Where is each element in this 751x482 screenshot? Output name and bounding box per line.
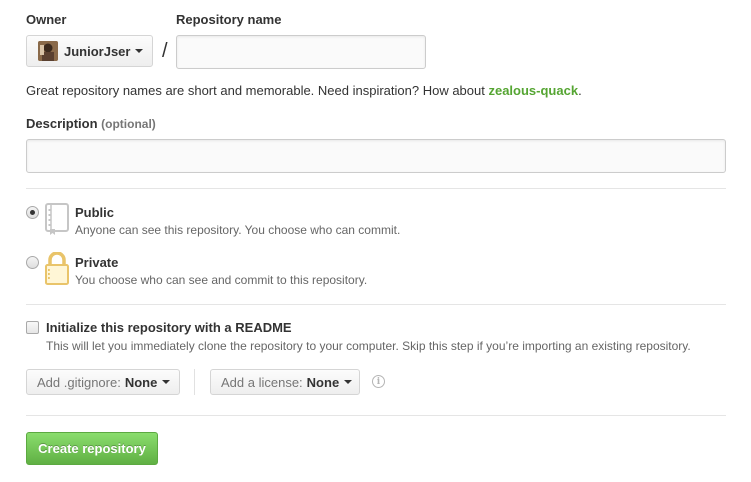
hint-end: . <box>578 83 582 98</box>
private-title: Private <box>75 255 119 270</box>
public-title: Public <box>75 205 115 220</box>
chevron-down-icon <box>135 49 144 53</box>
repo-name-input[interactable] <box>176 35 426 69</box>
avatar <box>38 41 58 61</box>
gitignore-value: None <box>124 374 158 390</box>
lock-icon <box>44 251 70 289</box>
gitignore-label: Add .gitignore: <box>37 374 121 390</box>
gitignore-select-button[interactable]: Add .gitignore: None <box>26 369 180 395</box>
public-radio[interactable] <box>26 206 39 219</box>
chevron-down-icon <box>344 380 353 384</box>
owner-select-button[interactable]: JuniorJser <box>26 35 153 67</box>
description-label-row: Description (optional) <box>26 116 156 131</box>
divider <box>26 415 726 416</box>
owner-repo-separator: / <box>162 40 168 62</box>
radio-selected-dot <box>30 210 35 215</box>
readme-desc: This will let you immediately clone the … <box>46 339 691 353</box>
description-label: Description <box>26 116 98 131</box>
hint-text: Great repository names are short and mem… <box>26 83 489 98</box>
repo-book-icon <box>44 203 70 238</box>
owner-name: JuniorJser <box>64 43 131 59</box>
readme-checkbox[interactable] <box>26 321 39 334</box>
divider <box>26 188 726 189</box>
chevron-down-icon <box>162 380 171 384</box>
info-icon[interactable]: i <box>372 375 385 388</box>
repo-name-label: Repository name <box>176 12 282 27</box>
license-select-button[interactable]: Add a license: None <box>210 369 360 395</box>
divider <box>26 304 726 305</box>
repo-name-hint: Great repository names are short and mem… <box>26 83 582 98</box>
license-label: Add a license: <box>221 374 303 390</box>
public-desc: Anyone can see this repository. You choo… <box>75 223 401 237</box>
private-desc: You choose who can see and commit to thi… <box>75 273 368 287</box>
suggested-name-link[interactable]: zealous-quack <box>488 83 578 98</box>
readme-title[interactable]: Initialize this repository with a README <box>46 320 292 335</box>
owner-label: Owner <box>26 12 67 27</box>
license-value: None <box>306 374 340 390</box>
private-radio[interactable] <box>26 256 39 269</box>
description-input[interactable] <box>26 139 726 173</box>
vertical-divider <box>194 369 195 395</box>
optional-note: (optional) <box>101 117 156 131</box>
create-repository-button[interactable]: Create repository <box>26 432 158 465</box>
